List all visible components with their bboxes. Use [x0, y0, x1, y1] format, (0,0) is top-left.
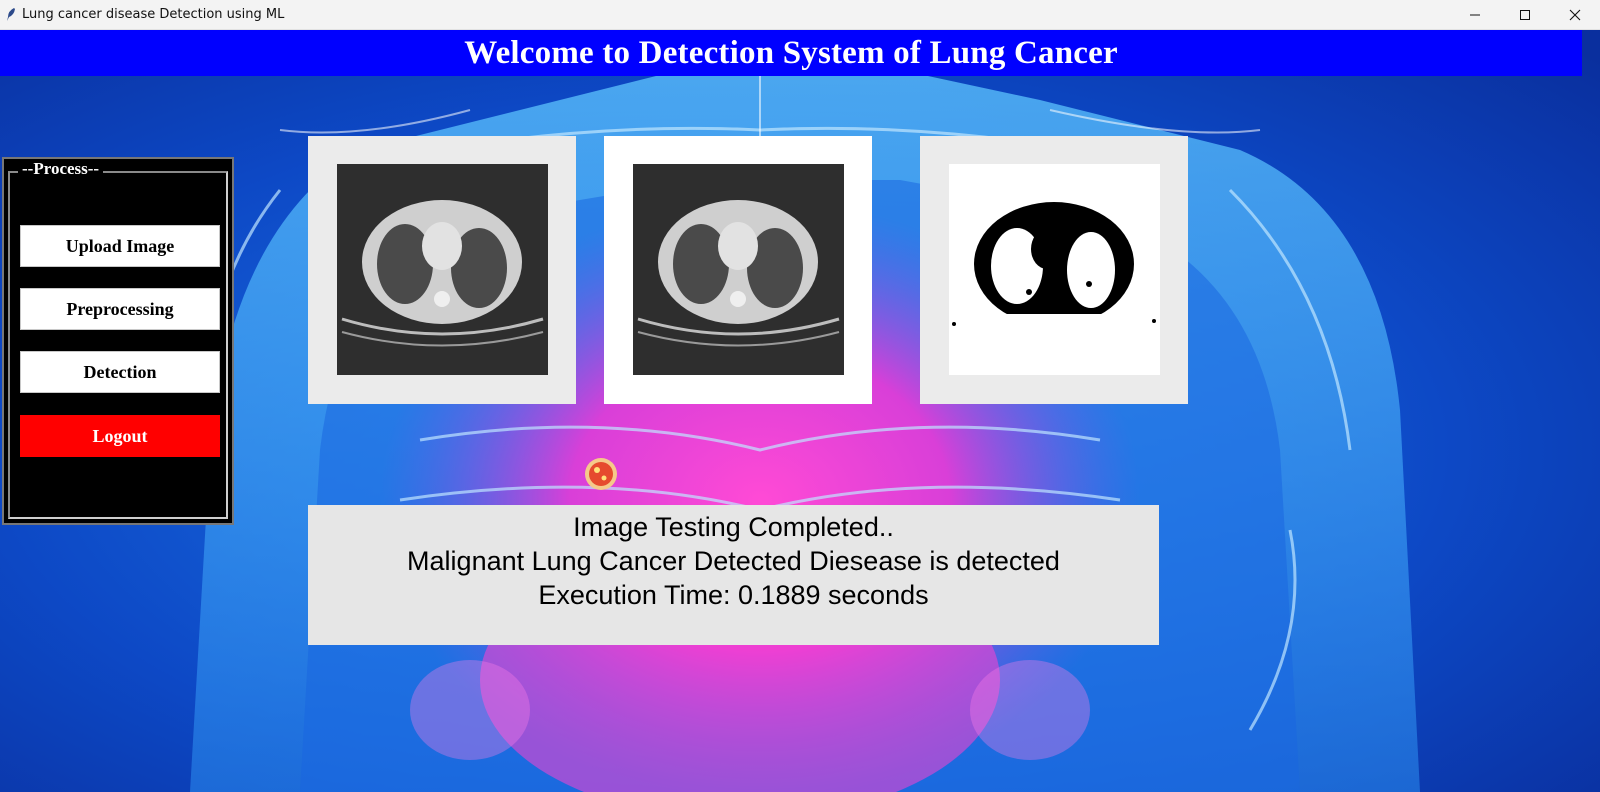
- close-button[interactable]: [1550, 0, 1600, 30]
- feather-icon: [4, 7, 18, 23]
- original-ct-scan-image: [337, 164, 548, 375]
- result-box: Image Testing Completed.. Malignant Lung…: [308, 505, 1159, 645]
- logout-button[interactable]: Logout: [20, 415, 220, 457]
- result-diagnosis-text: Malignant Lung Cancer Detected Diesease …: [407, 546, 1060, 576]
- pill-graphic-icon: [585, 458, 617, 490]
- detection-button[interactable]: Detection: [20, 351, 220, 393]
- window-title: Lung cancer disease Detection using ML: [22, 7, 285, 22]
- upload-image-button[interactable]: Upload Image: [20, 225, 220, 267]
- preprocessing-button[interactable]: Preprocessing: [20, 288, 220, 330]
- minimize-button[interactable]: [1450, 0, 1500, 30]
- minimize-icon: [1470, 14, 1480, 16]
- maximize-icon: [1520, 10, 1530, 20]
- preprocessed-image-card: [604, 136, 872, 404]
- close-icon: [1569, 9, 1581, 21]
- result-status-text: Image Testing Completed..: [573, 512, 894, 542]
- maximize-button[interactable]: [1500, 0, 1550, 30]
- result-execution-time-text: Execution Time: 0.1889 seconds: [538, 580, 929, 610]
- preprocessed-ct-scan-image: [633, 164, 844, 375]
- segmented-image-card: [920, 136, 1188, 404]
- original-image-card: [308, 136, 576, 404]
- process-panel-frame: [8, 171, 228, 519]
- process-panel-legend: --Process--: [18, 159, 104, 179]
- segmented-binary-mask-image: [949, 164, 1160, 375]
- page-title: Welcome to Detection System of Lung Canc…: [0, 30, 1582, 76]
- process-panel: --Process-- Upload Image Preprocessing D…: [2, 157, 234, 525]
- window-title-bar: Lung cancer disease Detection using ML: [0, 0, 1600, 30]
